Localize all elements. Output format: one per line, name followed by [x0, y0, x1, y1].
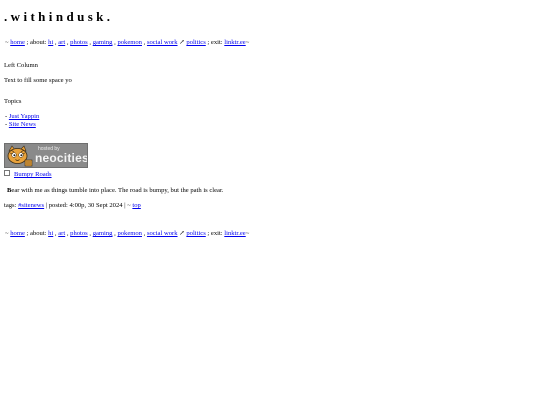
topic-list: - Just Yappin - Site News — [5, 113, 39, 129]
nav-link-home[interactable]: home — [10, 39, 25, 46]
nav-about-label: ; about: — [24, 39, 49, 46]
nav-link-photos[interactable]: photos — [70, 230, 88, 237]
post-body-text: ear with me as things tumble into place.… — [11, 187, 224, 194]
nav-exit-label: ; exit: — [205, 230, 225, 237]
nav-link-politics[interactable]: politics — [186, 230, 205, 237]
site-title: .withindusk. — [4, 9, 114, 24]
nav-link-social-work[interactable]: social work — [147, 39, 178, 46]
nav-link-linktree[interactable]: linktr.ee — [224, 39, 245, 46]
nav-close-tilde: ~ — [245, 230, 250, 237]
broken-image-icon — [4, 170, 10, 176]
nav-link-home[interactable]: home — [10, 230, 25, 237]
nav-link-pokemon[interactable]: pokemon — [117, 39, 142, 46]
topic-link-site-news[interactable]: Site News — [9, 121, 36, 128]
nav-link-social-work[interactable]: social work — [147, 230, 178, 237]
post-body: Bear with me as things tumble into place… — [7, 187, 223, 194]
nav-link-gaming[interactable]: gaming — [93, 39, 113, 46]
tag-link-sitenews[interactable]: #sitenews — [18, 202, 44, 209]
post-title-row: Bumpy Roads — [4, 170, 52, 178]
neocities-badge[interactable]: hosted by neocities — [4, 143, 88, 168]
back-to-top-link[interactable]: top — [132, 202, 140, 209]
nav-link-politics[interactable]: politics — [186, 39, 205, 46]
post-title-link[interactable]: Bumpy Roads — [14, 171, 52, 178]
nav-exit-label: ; exit: — [205, 39, 225, 46]
left-column-text: Text to fill some space yo — [4, 77, 72, 84]
tags-label: tags: — [4, 202, 19, 209]
nav-close-tilde: ~ — [245, 39, 250, 46]
left-column-heading: Left Column — [4, 62, 38, 69]
nav-link-photos[interactable]: photos — [70, 39, 88, 46]
topic-item: - Just Yappin — [5, 113, 39, 121]
badge-brand-text: neocities — [35, 151, 88, 165]
bottom-nav: ~ home ; about: hi , art , photos , gami… — [5, 229, 249, 237]
topics-heading: Topics — [4, 98, 22, 105]
neocities-cat-icon — [6, 145, 33, 167]
nav-about-label: ; about: — [24, 230, 49, 237]
nav-link-pokemon[interactable]: pokemon — [117, 230, 142, 237]
nav-link-linktree[interactable]: linktr.ee — [224, 230, 245, 237]
top-nav: ~ home ; about: hi , art , photos , gami… — [5, 38, 249, 46]
topic-link-just-yappin[interactable]: Just Yappin — [9, 113, 39, 120]
post-meta: tags: #sitenews | posted: 4:00p, 30 Sept… — [4, 202, 141, 209]
nav-link-gaming[interactable]: gaming — [93, 230, 113, 237]
post-posted-info: | posted: 4:00p, 30 Sept 2024 | ~ — [44, 202, 133, 209]
topic-item: - Site News — [5, 121, 39, 129]
